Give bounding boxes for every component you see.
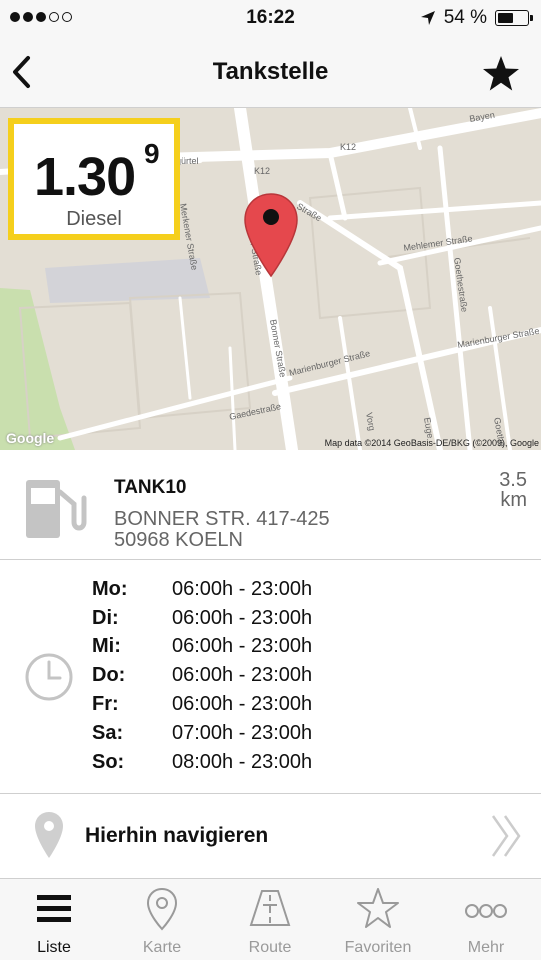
navigate-button[interactable]: Hierhin navigieren: [0, 794, 541, 878]
star-icon: [483, 56, 519, 91]
battery-percent: 54 %: [443, 7, 487, 28]
fuel-pump-icon: [26, 480, 87, 538]
navigate-label: Hierhin navigieren: [85, 824, 269, 847]
fuel-type-label: Diesel: [66, 208, 122, 230]
station-address-line2: 50968 KOELN: [114, 529, 243, 551]
station-name: TANK10: [114, 477, 187, 498]
location-arrow-icon: [420, 11, 435, 25]
list-icon: [37, 895, 71, 922]
tab-favoriten[interactable]: Favoriten: [324, 879, 432, 961]
tab-mehr[interactable]: Mehr: [432, 879, 540, 961]
tab-label: Favoriten: [344, 939, 412, 956]
road-icon: [249, 890, 291, 926]
page-title: Tankstelle: [212, 58, 329, 85]
status-bar: 16:22 54 %: [0, 0, 541, 36]
tab-karte[interactable]: Karte: [108, 879, 216, 961]
distance-value: 3.5: [499, 469, 527, 491]
tab-bar: Liste Karte Route Favoriten Mehr: [0, 878, 541, 960]
google-logo: Google: [6, 430, 55, 446]
station-map-pin-icon[interactable]: [242, 192, 300, 278]
tab-label: Mehr: [467, 939, 505, 956]
station-distance: 3.5 km: [467, 470, 527, 510]
price-value: 1.30: [34, 147, 136, 207]
favorite-button[interactable]: [481, 54, 521, 94]
tab-route[interactable]: Route: [216, 879, 324, 961]
more-icon: [465, 904, 507, 918]
tab-label: Liste: [37, 939, 71, 956]
map-pin-icon: [35, 812, 63, 858]
navigation-bar: Tankstelle: [0, 36, 541, 108]
tab-label: Route: [248, 939, 292, 956]
svg-text:K12: K12: [254, 166, 270, 176]
station-info: TANK10 BONNER STR. 417-425 50968 KOELN 3…: [0, 450, 541, 560]
battery-icon: [495, 10, 533, 26]
distance-unit: km: [500, 489, 527, 511]
svg-text:K12: K12: [340, 142, 356, 152]
map-pin-icon: [146, 887, 178, 931]
star-icon: [357, 888, 399, 928]
opening-hours: Mo: 06:00h - 23:00h Di: 06:00h - 23:00h Mi…: [0, 560, 541, 794]
double-chevron-right-icon: [491, 815, 521, 857]
price-superscript: 9: [144, 138, 160, 169]
map-credit: Map data ©2014 GeoBasis-DE/BKG (©2009), …: [324, 438, 539, 448]
tab-liste[interactable]: Liste: [0, 879, 108, 961]
price-box: 1.30 9 Diesel: [8, 118, 180, 240]
tab-label: Karte: [142, 939, 182, 956]
clock-icon: [25, 653, 73, 701]
station-address-line1: BONNER STR. 417-425: [114, 508, 330, 530]
